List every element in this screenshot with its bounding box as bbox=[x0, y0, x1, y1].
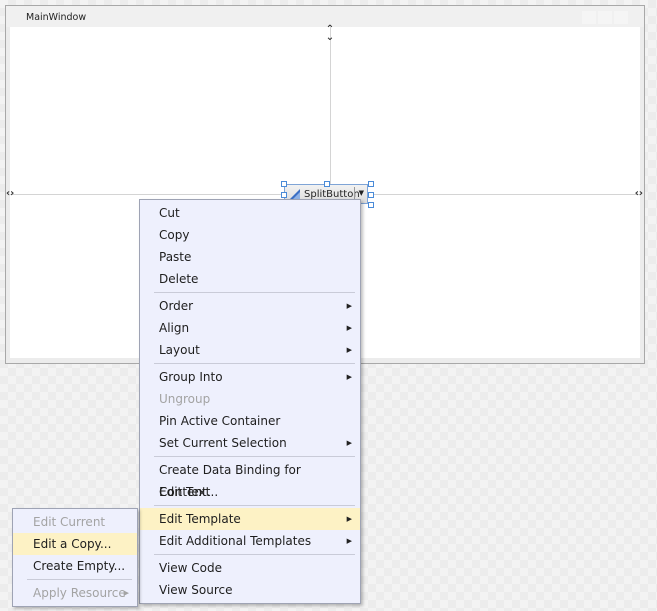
menu-separator bbox=[154, 554, 355, 555]
menu-item-label: View Code bbox=[159, 561, 223, 575]
menu-item-align[interactable]: Align ▶ bbox=[140, 317, 360, 339]
selection-handle[interactable] bbox=[324, 181, 330, 187]
menu-item-label: Edit Additional Templates bbox=[159, 534, 312, 548]
menu-item-label: Ungroup bbox=[159, 392, 211, 406]
menu-item-label: Edit a Copy... bbox=[33, 537, 112, 551]
edit-template-submenu: Edit Current Edit a Copy... Create Empty..… bbox=[12, 508, 138, 607]
menu-item-label: Edit Current bbox=[33, 515, 106, 529]
menu-separator bbox=[27, 579, 132, 580]
submenu-arrow-icon: ▶ bbox=[346, 324, 352, 332]
horizontal-resize-handle-icon[interactable]: ‹› bbox=[6, 189, 14, 199]
submenu-arrow-icon: ▶ bbox=[346, 302, 352, 310]
menu-item-pin-active-container[interactable]: Pin Active Container bbox=[140, 410, 360, 432]
menu-item-group-into[interactable]: Group Into ▶ bbox=[140, 366, 360, 388]
menu-item-apply-resource: Apply Resource ▶ bbox=[13, 582, 137, 604]
menu-separator bbox=[154, 456, 355, 457]
menu-item-order[interactable]: Order ▶ bbox=[140, 295, 360, 317]
menu-item-label: Order bbox=[159, 299, 194, 313]
menu-item-label: Set Current Selection bbox=[159, 436, 287, 450]
menu-separator bbox=[154, 292, 355, 293]
menu-separator bbox=[154, 363, 355, 364]
submenu-arrow-icon: ▶ bbox=[346, 439, 352, 447]
menu-item-view-source[interactable]: View Source bbox=[140, 579, 360, 601]
menu-item-edit-text[interactable]: Edit Text bbox=[140, 481, 360, 503]
submenu-arrow-icon: ▶ bbox=[346, 346, 352, 354]
menu-item-label: Edit Text bbox=[159, 485, 211, 499]
window-titlebar: MainWindow bbox=[6, 6, 644, 27]
menu-item-label: Cut bbox=[159, 206, 180, 220]
menu-item-edit-template[interactable]: Edit Template ▶ bbox=[140, 508, 360, 530]
menu-item-label: Copy bbox=[159, 228, 190, 242]
menu-item-ungroup: Ungroup bbox=[140, 388, 360, 410]
menu-separator bbox=[154, 505, 355, 506]
menu-item-label: Align bbox=[159, 321, 190, 335]
minimize-button[interactable] bbox=[582, 11, 596, 24]
menu-item-edit-additional-templates[interactable]: Edit Additional Templates ▶ bbox=[140, 530, 360, 552]
caption-buttons bbox=[582, 11, 628, 24]
menu-item-view-code[interactable]: View Code bbox=[140, 557, 360, 579]
menu-item-label: Paste bbox=[159, 250, 192, 264]
menu-item-edit-current: Edit Current bbox=[13, 511, 137, 533]
context-menu: Cut Copy Paste Delete Order ▶ Align ▶ Layout ▶ Gro… bbox=[139, 199, 361, 604]
submenu-arrow-icon: ▶ bbox=[123, 589, 129, 597]
horizontal-resize-handle-icon[interactable]: ‹› bbox=[635, 189, 643, 199]
selection-handle[interactable] bbox=[368, 202, 374, 208]
menu-item-edit-a-copy[interactable]: Edit a Copy... bbox=[13, 533, 137, 555]
menu-item-layout[interactable]: Layout ▶ bbox=[140, 339, 360, 361]
selection-handle[interactable] bbox=[368, 192, 374, 198]
menu-item-label: Delete bbox=[159, 272, 199, 286]
menu-item-cut[interactable]: Cut bbox=[140, 202, 360, 224]
maximize-button[interactable] bbox=[598, 11, 612, 24]
menu-item-create-empty[interactable]: Create Empty... bbox=[13, 555, 137, 577]
close-button[interactable] bbox=[614, 11, 628, 24]
menu-item-label: View Source bbox=[159, 583, 233, 597]
selection-handle[interactable] bbox=[281, 181, 287, 187]
submenu-arrow-icon: ▶ bbox=[346, 515, 352, 523]
menu-item-label: Pin Active Container bbox=[159, 414, 281, 428]
menu-item-label: Layout bbox=[159, 343, 200, 357]
vertical-resize-handle-icon[interactable]: ⌃ ⌄ bbox=[325, 25, 335, 43]
submenu-arrow-icon: ▶ bbox=[346, 373, 352, 381]
selection-handle[interactable] bbox=[281, 192, 287, 198]
dropdown-arrow-icon[interactable]: ▼ bbox=[359, 189, 364, 197]
menu-item-create-data-binding-for-content[interactable]: Create Data Binding for Content... bbox=[140, 459, 360, 499]
selection-handle[interactable] bbox=[368, 181, 374, 187]
menu-item-label: Edit Template bbox=[159, 512, 241, 526]
menu-item-set-current-selection[interactable]: Set Current Selection ▶ bbox=[140, 432, 360, 454]
menu-item-label: Create Empty... bbox=[33, 559, 126, 573]
grid-column-divider bbox=[330, 27, 331, 195]
window-title: MainWindow bbox=[26, 12, 87, 23]
submenu-arrow-icon: ▶ bbox=[346, 537, 352, 545]
menu-item-paste[interactable]: Paste bbox=[140, 246, 360, 268]
menu-item-label: Apply Resource bbox=[33, 586, 126, 600]
menu-item-copy[interactable]: Copy bbox=[140, 224, 360, 246]
menu-item-label: Group Into bbox=[159, 370, 223, 384]
menu-item-delete[interactable]: Delete bbox=[140, 268, 360, 290]
